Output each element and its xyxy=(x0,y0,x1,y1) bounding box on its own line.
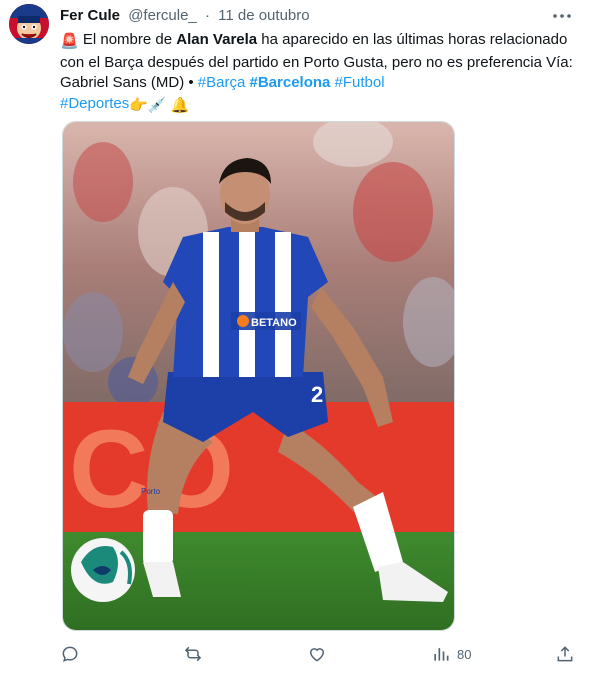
author-handle[interactable]: @fercule_ xyxy=(128,7,197,24)
syringe-emoji: 💉 xyxy=(147,96,167,114)
pointing-emoji: 👉 xyxy=(129,96,148,114)
hashtag-deportes[interactable]: #Deportes xyxy=(60,95,129,112)
separator-dot: · xyxy=(204,7,210,24)
tweet-date[interactable]: 11 de outubro xyxy=(218,7,309,24)
like-button[interactable] xyxy=(307,642,327,666)
reply-icon xyxy=(62,646,78,662)
text-part-1: El nombre de xyxy=(78,31,177,48)
hashtag-futbol[interactable]: #Futbol xyxy=(335,74,385,91)
siren-emoji: 🚨 xyxy=(60,33,79,50)
bell-emoji: 🔔 xyxy=(170,96,190,114)
sock-text: Porto xyxy=(141,487,161,496)
views-count: 80 xyxy=(457,646,472,662)
retweet-icon xyxy=(184,646,202,662)
views-button[interactable]: 80 xyxy=(431,642,471,666)
author-name[interactable]: Fer Cule xyxy=(60,7,120,24)
heart-icon xyxy=(309,648,325,662)
tweet-header: Fer Cule @fercule_ · 11 de outubro xyxy=(60,6,573,28)
tweet-actions: 80 xyxy=(0,640,589,668)
more-options-icon[interactable] xyxy=(551,8,573,24)
hashtag-barcelona[interactable]: #Barcelona xyxy=(250,74,331,91)
jersey-sponsor: BETANO xyxy=(251,317,297,329)
tweet-media-photo[interactable]: CO Porto BETANO 2 xyxy=(62,121,455,631)
author-avatar[interactable] xyxy=(9,4,49,44)
retweet-button[interactable] xyxy=(183,642,203,666)
football-player-photo: CO Porto BETANO 2 xyxy=(63,122,454,630)
share-button[interactable] xyxy=(555,642,575,666)
views-chart-icon xyxy=(434,648,449,661)
reply-button[interactable] xyxy=(60,642,80,666)
share-icon xyxy=(557,646,573,662)
hashtag-barca[interactable]: #Barça xyxy=(198,74,246,91)
text-bold-name: Alan Varela xyxy=(176,31,258,48)
tweet-text: 🚨 El nombre de Alan Varela ha aparecido … xyxy=(60,30,580,116)
shirt-number: 2 xyxy=(311,382,323,407)
